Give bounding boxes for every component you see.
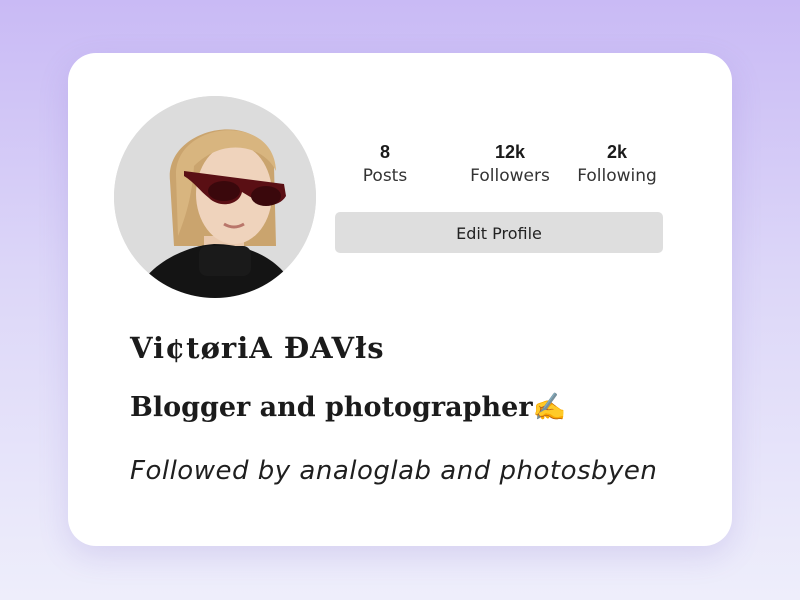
following-label: Following [577,166,657,186]
edit-profile-button[interactable]: Edit Profile [335,212,663,253]
stat-posts[interactable]: 8 Posts [345,141,425,189]
stat-following[interactable]: 2k Following [567,141,667,189]
stats-row: 8 Posts 12k Followers 2k Following [335,141,663,191]
followed-by-text[interactable]: Followed by analoglab and photosbyen [130,456,657,486]
posts-count: 8 [379,142,390,162]
stat-followers[interactable]: 12k Followers [445,141,575,189]
profile-name: Vi¢tøriA ĐAVłs [130,331,385,365]
avatar[interactable] [114,96,316,298]
profile-bio: Blogger and photographer✍ [130,392,567,423]
profile-card: 8 Posts 12k Followers 2k Following Edit … [68,53,732,546]
followers-label: Followers [470,166,550,186]
following-count: 2k [606,142,628,162]
posts-label: Posts [362,166,408,186]
avatar-image [114,96,316,298]
followers-count: 12k [494,142,526,162]
